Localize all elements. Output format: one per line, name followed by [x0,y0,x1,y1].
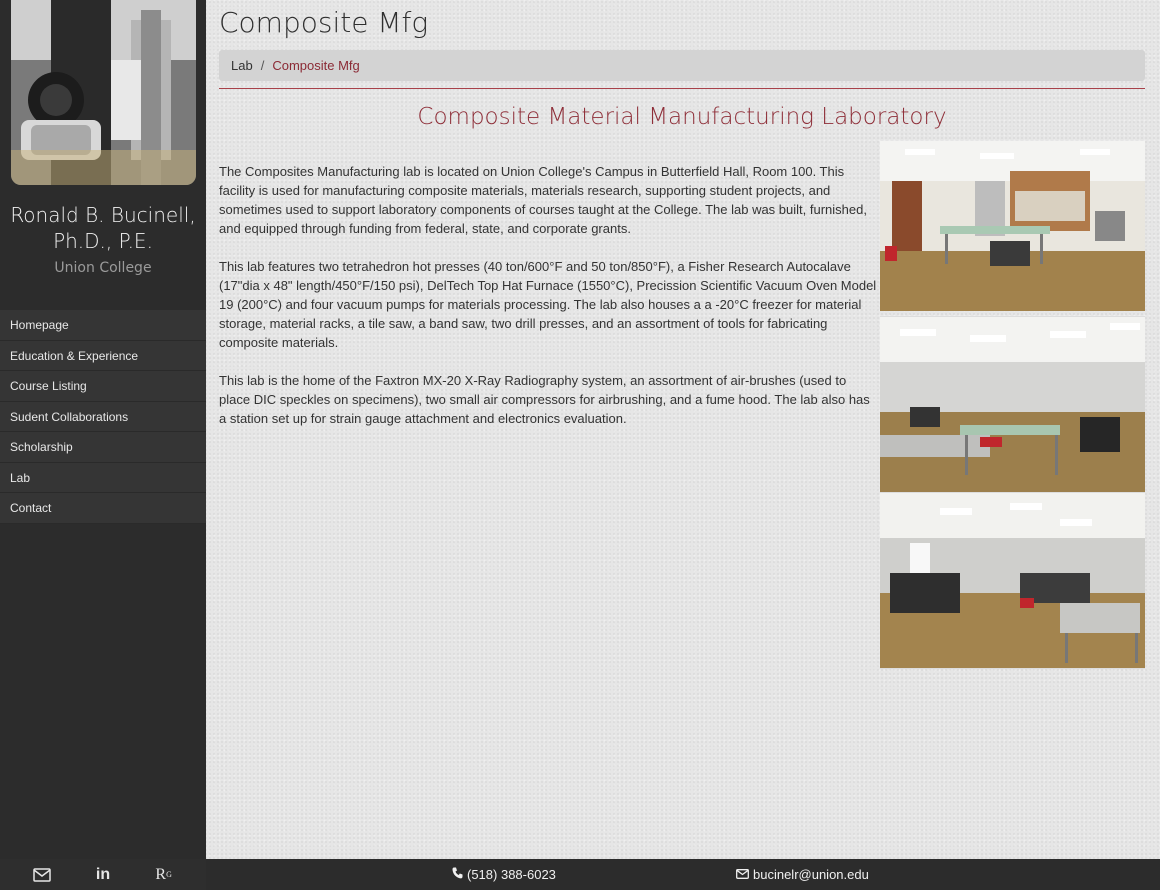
nav-item-student-collaborations[interactable]: Sudent Collaborations [0,401,206,432]
phone-link[interactable]: (518) 388-6023 [452,867,556,882]
profile-name-line1: Ronald B. Bucinell, [10,203,196,227]
breadcrumb-separator: / [260,58,265,73]
profile-photo [11,0,196,185]
footer-bar: (518) 388-6023 bucinelr@union.edu [206,859,1160,890]
page-title: Composite Mfg [219,6,429,39]
sidebar: Ronald B. Bucinell, Ph.D., P.E. Union Co… [0,0,206,890]
linkedin-icon[interactable]: in [91,863,115,887]
section-heading: Composite Material Manufacturing Laborat… [417,104,947,130]
lab-photo [880,493,1145,669]
linkedin-label: in [95,865,111,883]
breadcrumb-lab[interactable]: Lab [231,58,253,73]
lab-description: The Composites Manufacturing lab is loca… [219,162,879,447]
envelope-icon[interactable] [30,863,54,887]
divider [219,88,1145,89]
paragraph: This lab features two tetrahedron hot pr… [219,259,877,350]
researchgate-label: R [155,865,167,883]
lab-photo [880,141,1145,317]
profile-name: Ronald B. Bucinell, Ph.D., P.E. [0,202,206,254]
paragraph: The Composites Manufacturing lab is loca… [219,164,867,236]
profile-organization: Union College [54,260,152,276]
profile-name-line2: Ph.D., P.E. [53,229,153,253]
phone-number: (518) 388-6023 [467,867,556,882]
nav-item-contact[interactable]: Contact [0,493,206,524]
nav-item-course-listing[interactable]: Course Listing [0,371,206,402]
breadcrumb-current[interactable]: Composite Mfg [272,58,359,73]
nav-item-homepage[interactable]: Homepage [0,310,206,341]
paragraph: This lab is the home of the Faxtron MX-2… [219,373,870,426]
breadcrumb: Lab / Composite Mfg [219,50,1145,81]
sidebar-footer: in RG [0,859,206,890]
lab-photos [880,141,1145,669]
researchgate-icon[interactable]: RG [152,863,176,887]
phone-icon [452,867,463,882]
email-address: bucinelr@union.edu [753,867,869,882]
researchgate-sup: G [166,870,172,879]
nav-item-scholarship[interactable]: Scholarship [0,432,206,463]
nav-item-lab[interactable]: Lab [0,462,206,493]
nav-item-education-experience[interactable]: Education & Experience [0,340,206,371]
envelope-icon [736,867,749,882]
lab-photo [880,317,1145,493]
email-link[interactable]: bucinelr@union.edu [736,867,869,882]
sidebar-nav: Homepage Education & Experience Course L… [0,310,206,524]
